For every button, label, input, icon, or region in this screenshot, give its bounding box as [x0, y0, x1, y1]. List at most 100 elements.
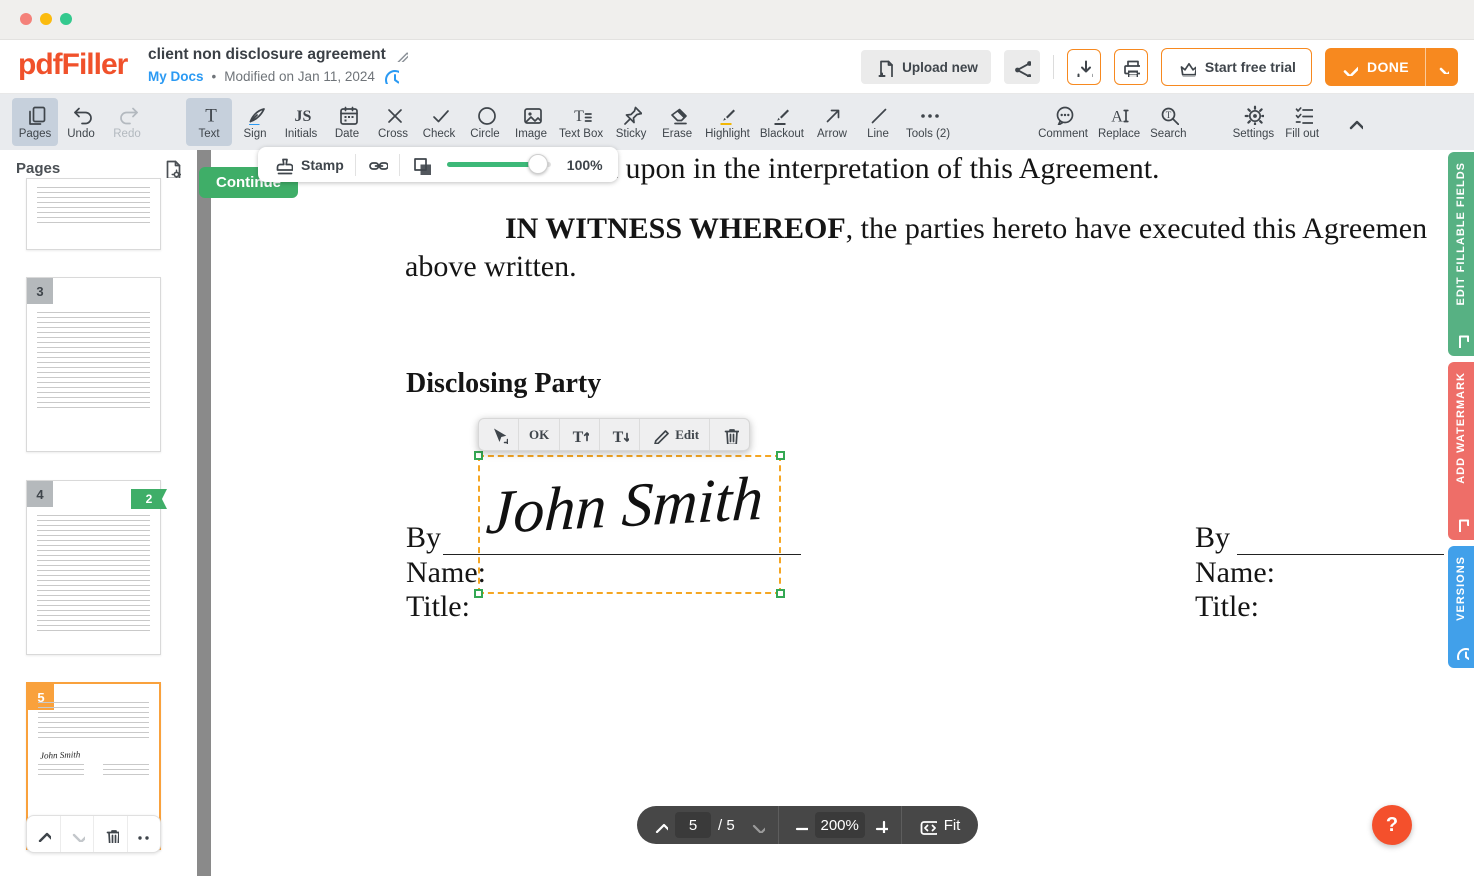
pdffiller-logo[interactable]: pdfFiller — [18, 48, 127, 82]
tool-sticky[interactable]: Sticky — [608, 98, 654, 146]
by-label-right: By — [1195, 521, 1230, 555]
fill-out-checklist-icon — [1292, 104, 1313, 125]
signature-selection-box[interactable]: John Smith — [478, 455, 781, 594]
close-window-button[interactable] — [20, 13, 32, 25]
edit-title-icon[interactable] — [394, 48, 408, 62]
watermark-doc-icon — [1454, 517, 1469, 532]
blackout-icon — [771, 104, 792, 125]
tool-circle[interactable]: Circle — [462, 98, 508, 146]
print-icon — [1121, 58, 1140, 77]
tool-image[interactable]: Image — [508, 98, 554, 146]
svg-text:A: A — [1111, 109, 1123, 126]
check-icon — [429, 104, 450, 125]
witness-paragraph-line2: above written. — [405, 250, 577, 284]
upload-new-button[interactable]: Upload new — [861, 50, 991, 84]
tool-comment[interactable]: Comment — [1033, 98, 1093, 146]
text-size-down-icon: T — [610, 425, 629, 444]
zoom-window-button[interactable] — [60, 13, 72, 25]
signature-line-right — [1237, 554, 1444, 555]
tool-text[interactable]: T Text — [186, 98, 232, 146]
download-button[interactable] — [1067, 49, 1101, 85]
history-clock-icon[interactable] — [383, 68, 399, 84]
delete-signature-button[interactable] — [709, 419, 749, 450]
resize-handle-bottom-left[interactable] — [474, 589, 483, 598]
slider-knob[interactable] — [528, 154, 548, 174]
text-icon: T — [199, 104, 220, 125]
comment-icon — [1053, 104, 1074, 125]
move-signature-button[interactable] — [479, 419, 518, 450]
page-settings-icon[interactable] — [161, 158, 181, 178]
move-page-down-button[interactable] — [60, 816, 94, 852]
tool-undo[interactable]: Undo — [58, 98, 104, 146]
eraser-icon — [667, 104, 688, 125]
tool-erase[interactable]: Erase — [654, 98, 700, 146]
tool-tools-more[interactable]: Tools (2) — [901, 98, 955, 146]
print-button[interactable] — [1114, 49, 1148, 85]
opacity-value: 100% — [567, 157, 603, 173]
tool-date[interactable]: Date — [324, 98, 370, 146]
tab-edit-fillable-fields[interactable]: EDIT FILLABLE FIELDS — [1448, 152, 1474, 356]
tool-initials[interactable]: JS Initials — [278, 98, 324, 146]
fit-width-button[interactable]: Fit — [908, 806, 971, 844]
page-thumbnail-partial[interactable] — [26, 178, 161, 250]
trash-icon — [102, 826, 119, 843]
tool-line[interactable]: Line — [855, 98, 901, 146]
fit-icon — [918, 816, 937, 835]
resize-handle-bottom-right[interactable] — [776, 589, 785, 598]
done-button[interactable]: DONE — [1325, 48, 1425, 86]
replace-text-icon: A — [1109, 104, 1130, 125]
link-button[interactable] — [356, 147, 399, 182]
collapse-toolbar-button[interactable] — [1345, 113, 1363, 131]
stamp-button[interactable]: Stamp — [262, 147, 355, 182]
name-label-left: Name: — [406, 556, 486, 590]
tool-search[interactable]: T Search — [1145, 98, 1191, 146]
chevron-up-icon — [1345, 113, 1363, 131]
edit-signature-button[interactable]: Edit — [639, 419, 709, 450]
signature-text[interactable]: John Smith — [484, 464, 765, 550]
more-page-options-button[interactable] — [127, 816, 161, 852]
share-button[interactable] — [1004, 50, 1040, 84]
tab-versions[interactable]: VERSIONS — [1448, 546, 1474, 668]
tool-redo[interactable]: Redo — [104, 98, 150, 146]
canvas-gutter-scrollbar[interactable] — [197, 150, 211, 876]
move-page-up-button[interactable] — [27, 816, 60, 852]
zoom-out-button[interactable] — [785, 806, 815, 844]
tool-highlight[interactable]: Highlight — [700, 98, 755, 146]
tool-blackout[interactable]: Blackout — [755, 98, 809, 146]
zoom-in-button[interactable] — [865, 806, 895, 844]
svg-text:T: T — [205, 106, 217, 126]
page-thumbnail-4[interactable]: 4 2 — [26, 480, 161, 655]
signature-ok-button[interactable]: OK — [518, 419, 559, 450]
start-free-trial-button[interactable]: Start free trial — [1161, 48, 1312, 86]
delete-page-button[interactable] — [93, 816, 127, 852]
minimize-window-button[interactable] — [40, 13, 52, 25]
tool-fill-out[interactable]: Fill out — [1279, 98, 1325, 146]
tool-text-box[interactable]: T Text Box — [554, 98, 608, 146]
tool-pages[interactable]: Pages — [12, 98, 58, 146]
help-button[interactable]: ? — [1372, 805, 1412, 845]
next-page-button[interactable] — [742, 806, 772, 844]
tool-check[interactable]: Check — [416, 98, 462, 146]
tab-add-watermark[interactable]: ADD WATERMARK — [1448, 362, 1474, 540]
tool-arrow[interactable]: Arrow — [809, 98, 855, 146]
page-thumbnail-3[interactable]: 3 — [26, 277, 161, 452]
tool-sign[interactable]: Sign — [232, 98, 278, 146]
tool-replace[interactable]: A Replace — [1093, 98, 1145, 146]
resize-handle-top-right[interactable] — [776, 451, 785, 460]
done-dropdown-button[interactable] — [1425, 48, 1458, 86]
page-number-input[interactable]: 5 — [675, 812, 711, 838]
tool-cross[interactable]: Cross — [370, 98, 416, 146]
zoom-level-value[interactable]: 200% — [815, 812, 865, 838]
upload-new-label: Upload new — [902, 60, 978, 75]
opacity-icon[interactable] — [411, 155, 431, 175]
title-label-left: Title: — [406, 590, 470, 624]
opacity-slider[interactable] — [447, 162, 551, 167]
cross-icon — [383, 104, 404, 125]
document-canvas[interactable]: d upon in the interpretation of this Agr… — [211, 150, 1448, 876]
tool-settings[interactable]: Settings — [1228, 98, 1280, 146]
previous-page-button[interactable] — [645, 806, 675, 844]
resize-handle-top-left[interactable] — [474, 451, 483, 460]
decrease-size-button[interactable]: T — [599, 419, 639, 450]
increase-size-button[interactable]: T — [559, 419, 599, 450]
breadcrumb-my-docs[interactable]: My Docs — [148, 69, 204, 84]
